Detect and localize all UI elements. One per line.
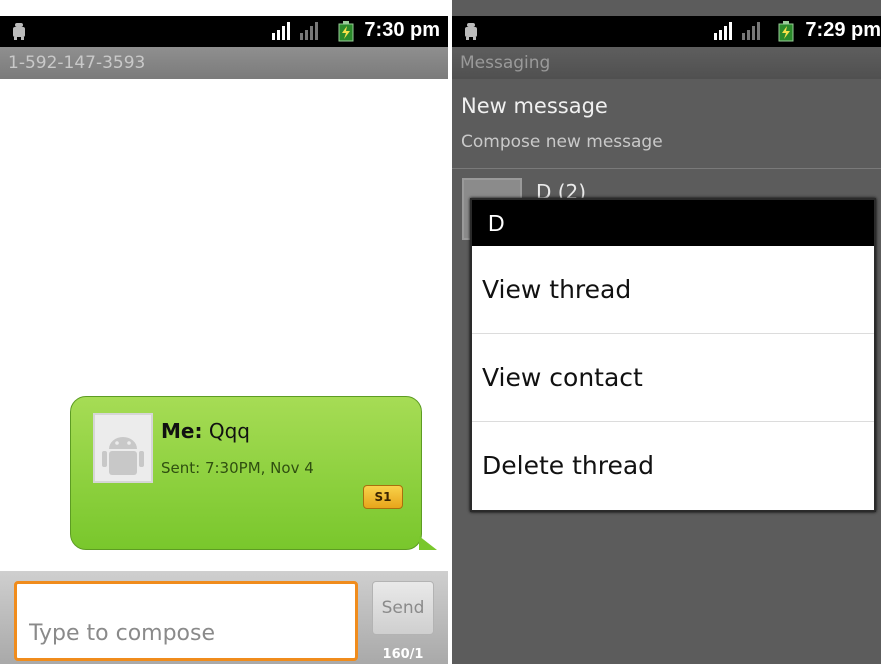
menu-item-view-contact[interactable]: View contact xyxy=(472,334,874,422)
android-avatar-icon xyxy=(95,415,151,481)
dialog-title: D xyxy=(472,200,874,246)
context-menu-dialog: D View thread View contact Delete thread xyxy=(470,198,876,512)
character-counter: 160/1 xyxy=(382,647,424,662)
send-button[interactable]: Send xyxy=(372,581,434,635)
avatar[interactable] xyxy=(93,413,153,483)
android-notification-icon xyxy=(462,21,480,41)
battery-icon xyxy=(338,21,354,42)
conversation-screen: 7:30 pm 1-592-147-3593 Me: Qqq Sent: 7:3… xyxy=(0,0,448,664)
signal-icon-secondary xyxy=(298,21,320,41)
contact-title: 1-592-147-3593 xyxy=(0,47,448,79)
message-body: Qqq xyxy=(208,419,250,443)
battery-icon xyxy=(778,21,794,42)
menu-item-view-thread[interactable]: View thread xyxy=(472,246,874,334)
compose-bar: Send 160/1 xyxy=(0,571,448,664)
status-bar: 7:29 pm xyxy=(452,16,881,47)
signal-icon xyxy=(712,21,734,41)
message-bubble[interactable]: Me: Qqq Sent: 7:30PM, Nov 4 S1 xyxy=(70,396,437,550)
android-notification-icon xyxy=(10,21,28,41)
message-text-line: Me: Qqq xyxy=(161,419,250,443)
bubble-tail xyxy=(419,536,437,550)
app-title: Messaging xyxy=(452,47,881,79)
message-timestamp: Sent: 7:30PM, Nov 4 xyxy=(161,459,314,477)
menu-item-delete-thread[interactable]: Delete thread xyxy=(472,422,874,510)
sim-badge: S1 xyxy=(363,485,403,509)
new-message-title[interactable]: New message xyxy=(461,94,608,118)
signal-icon xyxy=(270,21,292,41)
status-bar: 7:30 pm xyxy=(0,16,448,47)
status-time: 7:30 pm xyxy=(364,19,440,41)
message-sender: Me: xyxy=(161,419,203,443)
compose-input[interactable] xyxy=(14,581,358,661)
list-divider xyxy=(452,168,881,169)
signal-icon-secondary xyxy=(740,21,762,41)
status-time: 7:29 pm xyxy=(805,19,881,41)
messaging-screen: 7:29 pm Messaging New message Compose ne… xyxy=(452,0,881,664)
new-message-subtitle: Compose new message xyxy=(461,132,663,152)
